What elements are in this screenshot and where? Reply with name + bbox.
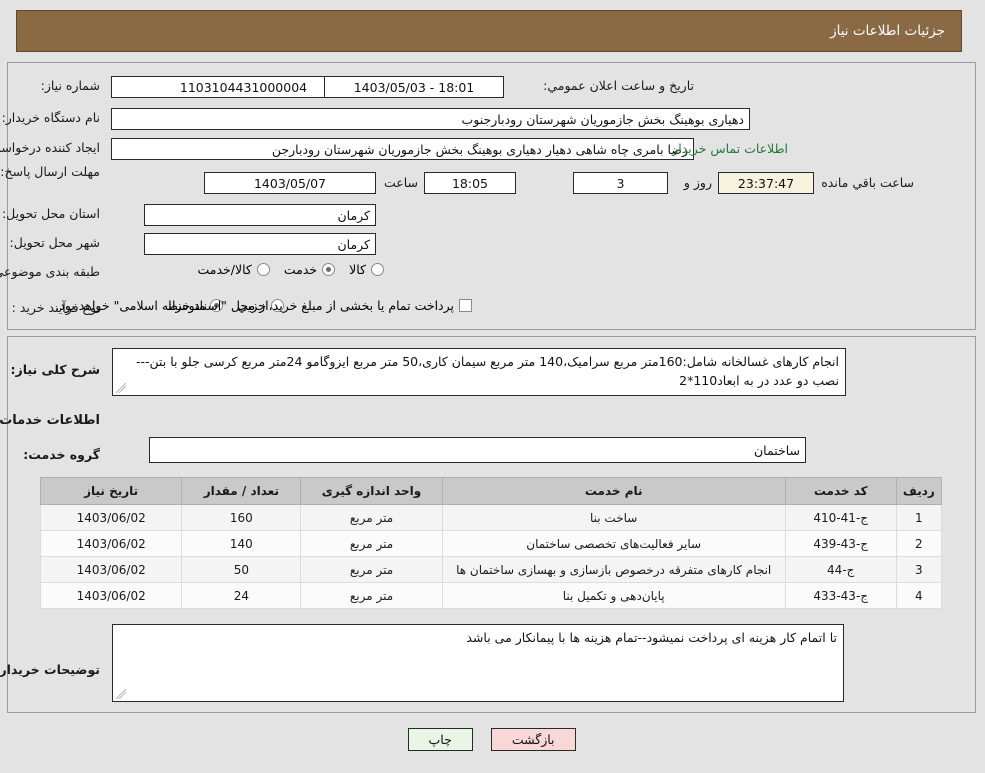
city-label: شهر محل تحویل: <box>10 235 101 250</box>
cell-quantity: 24 <box>182 582 303 609</box>
hours-remaining-label: ساعت باقي مانده <box>822 175 915 190</box>
radio-category-0[interactable] <box>372 263 385 276</box>
province-label: استان محل تحویل: <box>2 206 101 221</box>
days-and-label: روز و <box>684 175 713 190</box>
col-index: ردیف <box>896 477 944 505</box>
cell-name: ساخت بنا <box>442 504 787 531</box>
services-info-title: اطلاعات خدمات مورد نیاز <box>0 413 101 428</box>
radio-category-1-label: خدمت <box>284 262 319 277</box>
print-button[interactable]: چاپ <box>408 728 474 751</box>
cell-index: 4 <box>896 582 944 609</box>
cell-index: 2 <box>896 530 944 557</box>
cell-quantity: 50 <box>182 556 303 583</box>
page-root: AriaTender.net جزئیات اطلاعات نیاز شماره… <box>0 0 985 773</box>
remaining-days-field[interactable]: 3 <box>574 172 669 194</box>
footer-actions: بازگشت چاپ <box>0 728 985 751</box>
col-date: تاریخ نیاز <box>40 477 184 505</box>
cell-unit: متر مربع <box>301 530 444 557</box>
announce-datetime-label: تاریخ و ساعت اعلان عمومي: <box>544 78 695 93</box>
cell-unit: متر مربع <box>301 556 444 583</box>
page-title-text: جزئیات اطلاعات نیاز <box>831 23 946 39</box>
general-desc-label: شرح کلی نیاز: <box>11 362 101 377</box>
buyer-org-field[interactable]: دهیاری بوهینگ بخش جازموریان شهرستان رودب… <box>112 108 751 130</box>
cell-date: 1403/06/02 <box>40 530 184 557</box>
col-name: نام خدمت <box>442 477 787 505</box>
deadline-date-field[interactable]: 1403/05/07 <box>205 172 377 194</box>
cell-code: ج-43-433 <box>785 582 898 609</box>
city-field[interactable]: کرمان <box>145 233 377 255</box>
deadline-label: مهلت ارسال پاسخ: تا تاریخ: <box>0 164 101 179</box>
buyer-notes-label: توضیحات خریدار: <box>0 662 101 677</box>
category-radio-group: کالا خدمت کالا/خدمت <box>184 262 385 277</box>
cell-name: سایر فعالیت‌های تخصصی ساختمان <box>442 530 787 557</box>
announce-datetime-field[interactable]: 1403/05/03 - 18:01 <box>325 76 505 98</box>
buyer-org-label: نام دستگاه خریدار: <box>2 110 101 125</box>
col-unit: واحد اندازه گیری <box>301 477 444 505</box>
page-title: جزئیات اطلاعات نیاز <box>17 10 963 52</box>
cell-unit: متر مربع <box>301 582 444 609</box>
province-field[interactable]: کرمان <box>145 204 377 226</box>
buyer-notes-text: تا اتمام کار هزینه ای پرداخت نمیشود--تما… <box>467 630 838 645</box>
radio-category-1[interactable] <box>323 263 337 276</box>
service-group-field[interactable]: ساختمان <box>150 437 807 463</box>
cell-index: 3 <box>896 556 944 583</box>
cell-name: انجام کارهای متفرقه درخصوص بازسازی و بهس… <box>442 556 787 583</box>
buyer-contact-link[interactable]: اطلاعات تماس خریدار <box>673 141 789 156</box>
cell-code: ج-41-410 <box>785 504 898 531</box>
col-quantity: تعداد / مقدار <box>182 477 303 505</box>
buyer-notes-textarea[interactable]: تا اتمام کار هزینه ای پرداخت نمیشود--تما… <box>113 624 845 702</box>
radio-category-0-label: کالا <box>350 262 367 277</box>
need-number-label: شماره نیاز: <box>41 78 101 93</box>
cell-name: پایان‌دهی و تکمیل بنا <box>442 582 787 609</box>
radio-category-2[interactable] <box>257 263 271 276</box>
deadline-time-label: ساعت <box>384 175 419 190</box>
cell-code: ج-43-439 <box>785 530 898 557</box>
back-button[interactable]: بازگشت <box>491 728 577 751</box>
cell-index: 1 <box>896 504 944 531</box>
table-header-row: ردیف کد خدمت نام خدمت واحد اندازه گیری ت… <box>40 477 944 505</box>
general-desc-textarea[interactable]: انجام کارهای غسالخانه شامل:160متر مربع س… <box>113 348 847 396</box>
cell-code: ج-44 <box>785 556 898 583</box>
table-row: 4 ج-43-433 پایان‌دهی و تکمیل بنا متر مرب… <box>40 582 944 609</box>
col-code: کد خدمت <box>785 477 898 505</box>
table-row: 3 ج-44 انجام کارهای متفرقه درخصوص بازساز… <box>40 556 944 583</box>
services-table: ردیف کد خدمت نام خدمت واحد اندازه گیری ت… <box>40 477 944 609</box>
cell-quantity: 160 <box>182 504 303 531</box>
treasury-checkbox[interactable] <box>460 299 473 312</box>
service-group-label: گروه خدمت: <box>24 447 101 462</box>
cell-date: 1403/06/02 <box>40 556 184 583</box>
table-row: 1 ج-41-410 ساخت بنا متر مربع 160 1403/06… <box>40 504 944 531</box>
cell-unit: متر مربع <box>301 504 444 531</box>
treasury-checkbox-row: پرداخت تمام یا بخشی از مبلغ خرید،از محل … <box>56 298 473 313</box>
cell-date: 1403/06/02 <box>40 504 184 531</box>
cell-date: 1403/06/02 <box>40 582 184 609</box>
deadline-time-field[interactable]: 18:05 <box>425 172 517 194</box>
resize-grip-icon[interactable] <box>116 382 128 394</box>
need-summary-panel <box>8 62 977 330</box>
radio-category-2-label: کالا/خدمت <box>198 262 253 277</box>
cell-quantity: 140 <box>182 530 303 557</box>
category-label: طبقه بندی موضوعی: <box>0 264 101 279</box>
resize-grip-icon[interactable] <box>116 688 128 700</box>
table-row: 2 ج-43-439 سایر فعالیت‌های تخصصی ساختمان… <box>40 530 944 557</box>
remaining-hours-field: 23:37:47 <box>719 172 815 194</box>
creator-field[interactable]: رضا بامری چاه شاهی دهیار دهیاری بوهینگ ب… <box>112 138 695 160</box>
creator-label: ایجاد کننده درخواست: <box>0 140 101 155</box>
treasury-checkbox-label: پرداخت تمام یا بخشی از مبلغ خرید،از محل … <box>56 298 455 313</box>
general-desc-text: انجام کارهای غسالخانه شامل:160متر مربع س… <box>136 354 840 389</box>
